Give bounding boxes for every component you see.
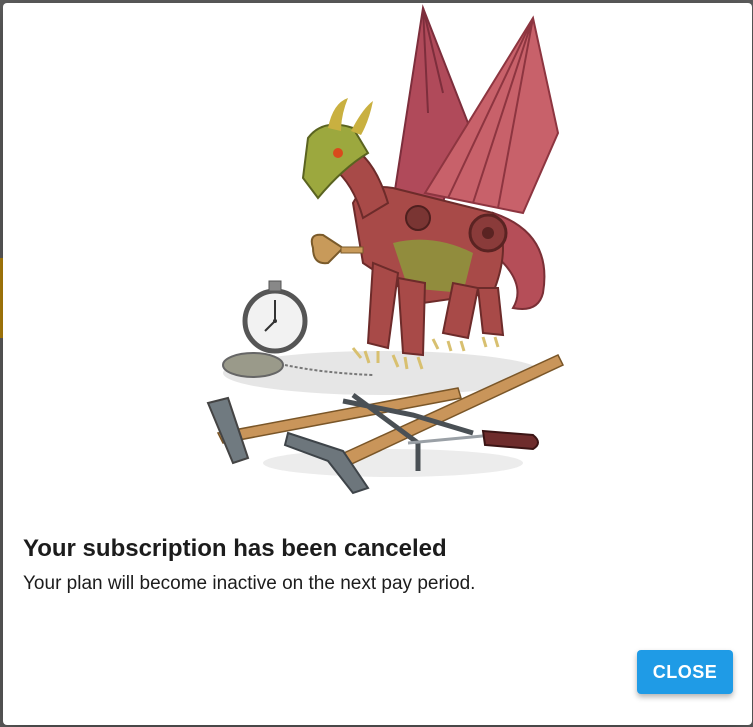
dialog-title: Your subscription has been canceled — [23, 535, 447, 562]
dragon-illustration — [206, 4, 565, 495]
dialog-message: Your plan will become inactive on the ne… — [23, 573, 476, 594]
close-button[interactable]: CLOSE — [637, 650, 733, 694]
subscription-canceled-dialog: Your subscription has been canceled Your… — [3, 3, 752, 725]
